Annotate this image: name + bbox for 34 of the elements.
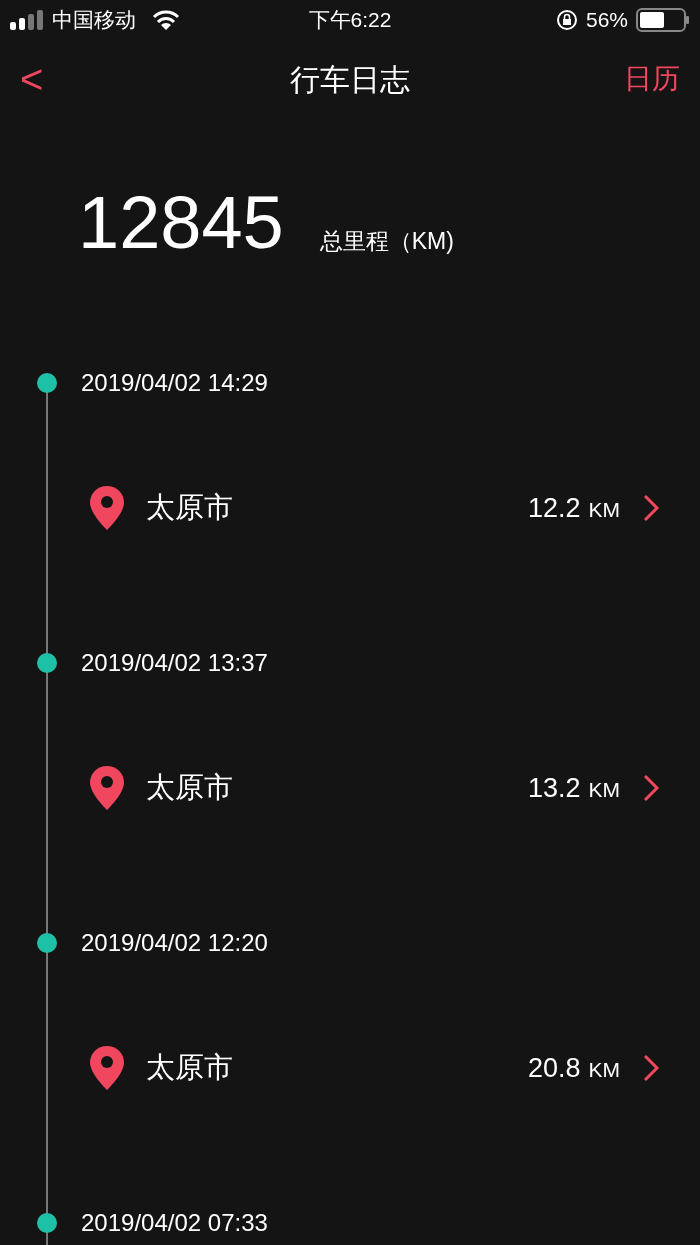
page-title: 行车日志 [290,61,410,98]
trip-distance: 13.2 [527,771,581,805]
trip-row[interactable]: 太原市 13.2 KM [90,760,660,816]
distance-unit: KM [588,497,620,524]
trip-place: 太原市 [146,1050,233,1086]
trip-datetime: 2019/04/02 12:20 [81,928,268,958]
rotation-lock-icon [555,9,578,31]
trip-place: 太原市 [146,490,233,526]
battery-icon [636,8,690,32]
trip-datetime: 2019/04/02 07:33 [81,1208,268,1238]
back-button[interactable]: < [20,49,80,109]
location-pin-icon [90,1046,124,1090]
calendar-button[interactable]: 日历 [620,58,680,100]
distance-unit: KM [588,777,620,804]
distance-unit: KM [588,1057,620,1084]
location-pin-icon [90,486,124,530]
trip-row[interactable]: 太原市 20.8 KM [90,1040,660,1096]
total-mileage-value: 12845 [78,186,284,260]
trip-distance: 20.8 [527,1051,581,1085]
chevron-right-icon [642,493,660,523]
chevron-right-icon [642,773,660,803]
battery-percent: 56% [585,7,628,34]
trip-place: 太原市 [146,770,233,806]
clock-time: 下午6:22 [308,7,392,34]
trip-datetime: 2019/04/02 13:37 [81,648,268,678]
location-pin-icon [90,766,124,810]
chevron-right-icon [642,1053,660,1083]
trip-datetime: 2019/04/02 14:29 [81,368,268,398]
trip-distance: 12.2 [527,491,581,525]
carrier-name: 中国移动 [52,7,136,34]
total-mileage-label: 总里程（KM) [319,227,454,256]
trip-row[interactable]: 太原市 12.2 KM [90,480,660,536]
wifi-icon [152,10,180,30]
signal-icon [10,10,44,30]
